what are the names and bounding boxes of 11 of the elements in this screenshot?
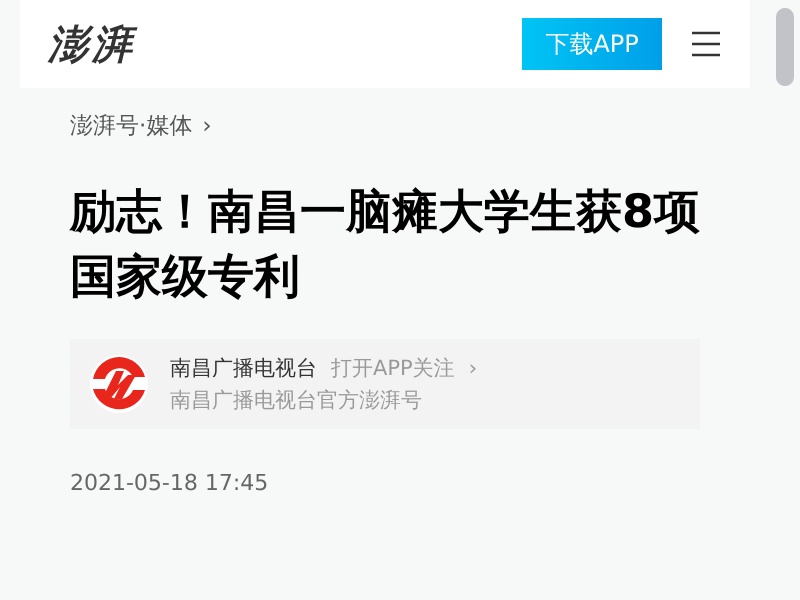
breadcrumb-link[interactable]: 澎湃号·媒体 [70, 110, 192, 141]
author-description: 南昌广播电视台官方澎湃号 [170, 387, 423, 414]
avatar-icon [90, 355, 148, 413]
logo[interactable]: 澎湃 [48, 16, 136, 72]
menu-icon[interactable] [692, 30, 720, 58]
chevron-icon: › [202, 112, 212, 138]
chevron-icon: › [468, 356, 478, 380]
article-title: 励志！南昌一脑瘫大学生获8项国家级专利 [70, 183, 700, 305]
publish-date: 2021-05-18 17:45 [70, 471, 270, 496]
author-name: 南昌广播电视台 [170, 355, 317, 382]
scrollbar-thumb[interactable] [776, 8, 794, 86]
